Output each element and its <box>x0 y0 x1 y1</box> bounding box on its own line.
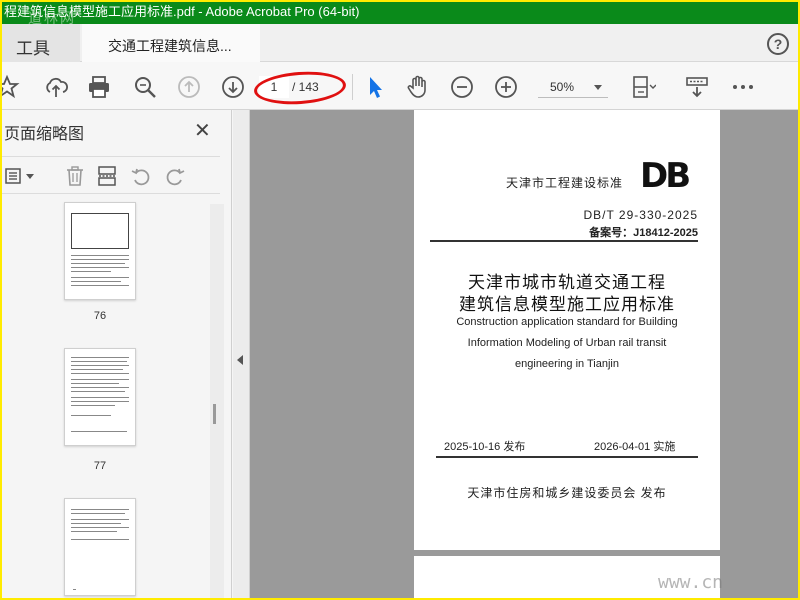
hand-tool-icon[interactable] <box>405 74 431 100</box>
page-thumbnail[interactable] <box>64 202 136 300</box>
fit-page-icon[interactable] <box>630 74 657 100</box>
document-view: 天津市工程建设标准 DB DB/T 29-330-2025 备案号：J18412… <box>250 110 798 598</box>
delete-icon[interactable] <box>64 165 86 187</box>
acrobat-window: 程建筑信息模型施工应用标准.pdf - Adobe Acrobat Pro (6… <box>2 2 798 598</box>
rotate-right-icon[interactable] <box>164 165 186 187</box>
more-icon[interactable] <box>730 74 756 100</box>
header-rule <box>430 240 698 242</box>
cloud-upload-icon[interactable] <box>43 74 69 100</box>
zoom-in-icon[interactable] <box>493 74 519 100</box>
zoom-select[interactable]: 50% <box>538 76 608 98</box>
bookmark-star-icon[interactable] <box>2 74 20 100</box>
zoom-search-icon[interactable] <box>132 74 158 100</box>
window-titlebar: 程建筑信息模型施工应用标准.pdf - Adobe Acrobat Pro (6… <box>2 2 798 24</box>
help-icon[interactable]: ? <box>767 33 789 55</box>
chevron-down-icon <box>594 85 602 90</box>
pdf-page: 天津市工程建设标准 DB DB/T 29-330-2025 备案号：J18412… <box>414 110 720 550</box>
toolbar-divider <box>352 74 353 100</box>
footer-rule <box>436 456 698 458</box>
collapse-arrow-icon[interactable] <box>237 355 243 365</box>
rotate-left-icon[interactable] <box>130 165 152 187</box>
title-en-line2: Information Modeling of Urban rail trans… <box>467 337 667 349</box>
implement-date: 2026-04-01 实施 <box>594 441 676 453</box>
panel-collapse-strip[interactable] <box>233 110 250 598</box>
thumbnail-scrollbar[interactable] <box>210 204 224 598</box>
issuer: 天津市住房和城乡建设委员会 发布 <box>467 486 667 500</box>
thumbnails-panel: 页面缩略图 ✕ 76 77 <box>2 110 232 598</box>
record-number: 备案号：J18412-2025 <box>589 227 698 239</box>
watermark-bottom: www.cn <box>658 572 724 593</box>
zoom-value: 50% <box>550 80 575 94</box>
read-mode-icon[interactable] <box>684 74 710 100</box>
standard-type: 天津市工程建设标准 <box>506 176 624 190</box>
thumbnail-options-icon[interactable] <box>4 165 38 187</box>
main-toolbar: 1 / 143 50% <box>2 62 798 110</box>
standard-code: DB/T 29-330-2025 <box>583 208 698 222</box>
tab-document[interactable]: 交通工程建筑信息... <box>82 24 260 62</box>
page-up-icon[interactable] <box>176 74 202 100</box>
title-en-line3: engineering in Tianjin <box>515 358 619 370</box>
watermark-top: 道林网 <box>28 10 76 24</box>
page-thumbnail[interactable] <box>64 348 136 446</box>
title-en-line1: Construction application standard for Bu… <box>456 316 678 328</box>
page-thumbnail[interactable] <box>64 498 136 596</box>
thumbnail-label: 77 <box>93 460 107 472</box>
thumbnail-toolbar <box>2 156 220 194</box>
thumbnail-label: 76 <box>93 310 107 322</box>
publish-date: 2025-10-16 发布 <box>444 441 526 453</box>
print-icon[interactable] <box>86 74 112 100</box>
title-cn-line2: 建筑信息模型施工应用标准 <box>459 295 675 314</box>
thumbnail-list: 76 77 <box>2 194 210 598</box>
select-cursor-icon[interactable] <box>362 74 388 100</box>
page-down-icon[interactable] <box>220 74 246 100</box>
panel-title: 页面缩略图 <box>4 126 85 143</box>
tab-tools[interactable]: 工具 <box>2 24 80 62</box>
zoom-out-icon[interactable] <box>449 74 475 100</box>
scrollbar-thumb[interactable] <box>213 404 216 424</box>
db-logo: DB <box>640 156 691 196</box>
close-icon[interactable]: ✕ <box>194 118 211 143</box>
insert-page-icon[interactable] <box>96 165 118 187</box>
tab-bar: 工具 交通工程建筑信息... ? <box>2 24 798 62</box>
annotation-oval <box>252 68 348 108</box>
thumbnail-table <box>71 213 129 249</box>
